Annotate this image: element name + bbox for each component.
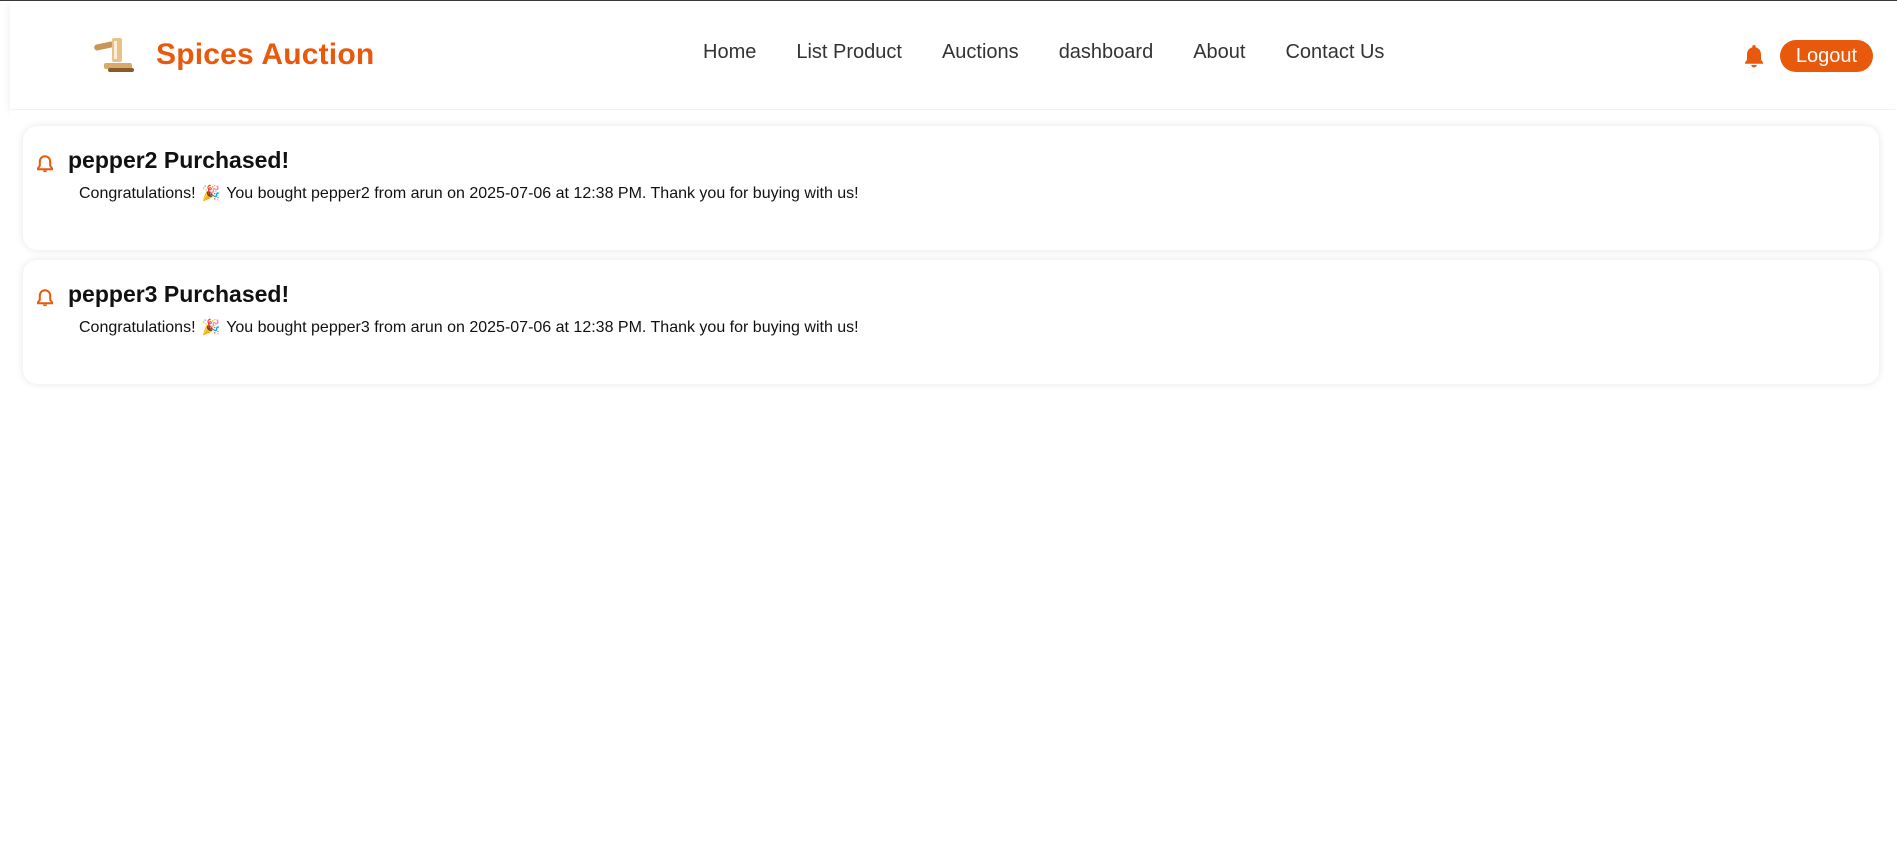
nav-about-link[interactable]: About: [1193, 41, 1245, 64]
notification-title: pepper2 Purchased!: [68, 147, 290, 173]
notification-card: pepper2 Purchased! Congratulations! 🎉 You …: [23, 126, 1879, 250]
message-prefix: Congratulations!: [79, 185, 196, 202]
header-actions: Logout: [1742, 40, 1873, 72]
party-popper-icon: 🎉: [201, 319, 221, 336]
nav-home-link[interactable]: Home: [703, 41, 756, 64]
notifications-list: pepper2 Purchased! Congratulations! 🎉 You …: [10, 110, 1897, 867]
nav-auctions-link[interactable]: Auctions: [942, 41, 1019, 64]
brand-name: Spices Auction: [156, 38, 375, 71]
notification-message: Congratulations! 🎉 You bought pepper2 from…: [79, 184, 859, 203]
brand[interactable]: Spices Auction: [90, 35, 374, 75]
nav-list-product-link[interactable]: List Product: [796, 41, 902, 64]
party-popper-icon: 🎉: [201, 185, 221, 202]
navbar: Spices Auction Home List Product Auction…: [10, 1, 1897, 109]
message-prefix: Congratulations!: [79, 319, 196, 336]
notification-message: Congratulations! 🎉 You bought pepper3 from…: [79, 318, 859, 337]
bell-outline-icon: [36, 154, 54, 174]
nav-dashboard-link[interactable]: dashboard: [1059, 41, 1154, 64]
main-nav: Home List Product Auctions dashboard Abo…: [703, 41, 1424, 64]
nav-contact-us-link[interactable]: Contact Us: [1285, 41, 1384, 64]
gavel-icon: [90, 35, 144, 75]
logout-button[interactable]: Logout: [1779, 40, 1873, 72]
bell-icon[interactable]: [1742, 43, 1766, 69]
notification-title: pepper3 Purchased!: [68, 281, 290, 307]
bell-outline-icon: [36, 288, 54, 308]
message-body: You bought pepper2 from arun on 2025-07-…: [226, 185, 859, 202]
notification-card: pepper3 Purchased! Congratulations! 🎉 You …: [23, 260, 1879, 384]
message-body: You bought pepper3 from arun on 2025-07-…: [226, 319, 859, 336]
